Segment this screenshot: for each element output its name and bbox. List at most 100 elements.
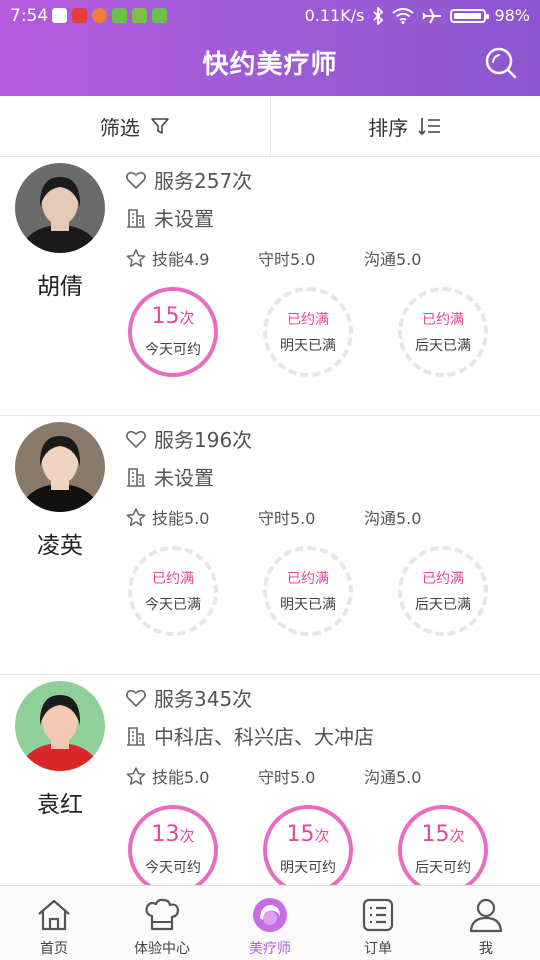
sort-button[interactable]: 排序 xyxy=(269,96,540,156)
nav-label: 体验中心 xyxy=(134,941,190,957)
service-count: 服务196次 xyxy=(154,428,253,452)
booking-slot-available[interactable]: 13次今天可约 xyxy=(128,805,218,885)
slot-count: 15次 xyxy=(267,822,349,847)
slot-label: 后天已满 xyxy=(415,597,471,613)
booking-slot-full: 已约满 今天已满 xyxy=(128,546,218,636)
filter-button[interactable]: 筛选 xyxy=(0,96,270,156)
therapist-name: 袁红 xyxy=(37,792,83,818)
green-app-icon xyxy=(132,8,147,23)
therapist-icon xyxy=(253,898,287,932)
therapist-card[interactable]: 凌英 服务196次 未设置 技能5.0 守时5.0 沟通5.0 已约满 今天已满 已约满 明天已满… xyxy=(0,416,540,675)
battery-icon xyxy=(450,8,490,23)
slot-label: 后天可约 xyxy=(415,860,471,876)
service-count-row: 服务196次 xyxy=(126,424,252,453)
punctual-score: 守时5.0 xyxy=(258,250,316,269)
chef-hat-icon xyxy=(145,898,180,931)
slot-label: 今天已满 xyxy=(145,597,201,613)
news-app-icon xyxy=(72,8,87,23)
store-names: 未设置 xyxy=(154,466,214,490)
nav-therapist[interactable]: 美疗师 xyxy=(216,886,324,960)
ratings-row: 技能4.9 守时5.0 沟通5.0 xyxy=(126,246,470,270)
slot-label: 今天可约 xyxy=(145,860,201,876)
store-row: 未设置 xyxy=(126,203,214,232)
battery-percent: 98% xyxy=(494,6,530,25)
status-time: 7:54 xyxy=(10,6,49,26)
booking-slot-full: 已约满 明天已满 xyxy=(263,546,353,636)
avatar xyxy=(15,681,105,771)
nav-me[interactable]: 我 xyxy=(432,886,540,960)
bluetooth-icon xyxy=(373,6,384,25)
page-title: 快约美疗师 xyxy=(202,50,338,80)
ratings-row: 技能5.0 守时5.0 沟通5.0 xyxy=(126,505,470,529)
booking-slot-available[interactable]: 15次明天可约 xyxy=(263,805,353,885)
store-row: 未设置 xyxy=(126,462,214,491)
slot-count: 13次 xyxy=(132,822,214,847)
slot-count-unit: 次 xyxy=(449,827,465,845)
skill-rating: 技能5.0 xyxy=(126,505,258,529)
nav-experience-center[interactable]: 体验中心 xyxy=(108,886,216,960)
search-icon[interactable] xyxy=(484,46,518,80)
booking-slot-available[interactable]: 15次后天可约 xyxy=(398,805,488,885)
ratings-row: 技能5.0 守时5.0 沟通5.0 xyxy=(126,764,470,788)
notification-icons xyxy=(52,8,167,23)
star-icon xyxy=(126,507,146,526)
punctual-score: 守时5.0 xyxy=(258,768,316,787)
network-speed: 0.11K/s xyxy=(304,6,365,25)
slot-count-unit: 次 xyxy=(179,309,195,327)
service-count: 服务345次 xyxy=(154,687,253,711)
store-row: 中科店、科兴店、大冲店 xyxy=(126,721,374,750)
status-right: 0.11K/s 98% xyxy=(305,6,530,25)
service-count-row: 服务345次 xyxy=(126,683,252,712)
booking-slot-full: 已约满 明天已满 xyxy=(263,287,353,377)
skill-score: 技能5.0 xyxy=(152,509,210,528)
slot-label: 后天已满 xyxy=(415,338,471,354)
qq-app-icon xyxy=(52,8,67,23)
funnel-icon xyxy=(150,118,169,134)
slot-label: 明天可约 xyxy=(280,860,336,876)
wifi-icon xyxy=(392,7,415,24)
store-names: 中科店、科兴店、大冲店 xyxy=(154,725,374,749)
heart-icon xyxy=(126,430,146,448)
profile-icon xyxy=(469,898,503,933)
slot-label: 明天已满 xyxy=(280,338,336,354)
slot-count-number: 15 xyxy=(151,304,180,329)
slot-count-number: 15 xyxy=(286,822,315,847)
slot-count: 15次 xyxy=(402,822,484,847)
slot-status: 已约满 xyxy=(287,312,329,328)
skill-score: 技能5.0 xyxy=(152,768,210,787)
slot-count: 15次 xyxy=(132,304,214,329)
slot-status: 已约满 xyxy=(152,571,194,587)
heart-icon xyxy=(126,171,146,189)
therapist-name: 胡倩 xyxy=(37,274,83,300)
skill-rating: 技能4.9 xyxy=(126,246,258,270)
filter-label: 筛选 xyxy=(99,115,140,140)
building-icon xyxy=(127,467,145,487)
sort-label: 排序 xyxy=(368,115,409,140)
green-app-icon xyxy=(112,8,127,23)
slot-status: 已约满 xyxy=(287,571,329,587)
star-icon xyxy=(126,248,146,267)
home-icon xyxy=(38,899,70,931)
service-count: 服务257次 xyxy=(154,169,253,193)
nav-label: 我 xyxy=(479,941,493,957)
booking-slot-full: 已约满 后天已满 xyxy=(398,287,488,377)
booking-slot-full: 已约满 后天已满 xyxy=(398,546,488,636)
nav-home[interactable]: 首页 xyxy=(0,886,108,960)
punctual-score: 守时5.0 xyxy=(258,509,316,528)
nav-orders[interactable]: 订单 xyxy=(324,886,432,960)
communication-score: 沟通5.0 xyxy=(364,768,422,787)
building-icon xyxy=(127,726,145,746)
therapist-list: 胡倩 服务257次 未设置 技能4.9 守时5.0 沟通5.0 15次 今天可约 已约满 明天已满… xyxy=(0,157,540,885)
avatar xyxy=(15,163,105,253)
therapist-card[interactable]: 胡倩 服务257次 未设置 技能4.9 守时5.0 沟通5.0 15次 今天可约 已约满 明天已满… xyxy=(0,157,540,416)
slot-status: 已约满 xyxy=(422,571,464,587)
status-bar: 7:54 0.11K/s 98% xyxy=(0,0,540,32)
service-count-row: 服务257次 xyxy=(126,165,252,194)
skill-rating: 技能5.0 xyxy=(126,764,258,788)
booking-slot-available[interactable]: 15次 今天可约 xyxy=(128,287,218,377)
app-header: 7:54 0.11K/s 98% 快约美疗师 xyxy=(0,0,540,96)
building-icon xyxy=(127,208,145,228)
nav-label: 美疗师 xyxy=(249,941,291,957)
slot-status: 已约满 xyxy=(422,312,464,328)
therapist-card[interactable]: 袁红 服务345次中科店、科兴店、大冲店技能5.0 守时5.0 沟通5.0 13次今天可… xyxy=(0,675,540,885)
